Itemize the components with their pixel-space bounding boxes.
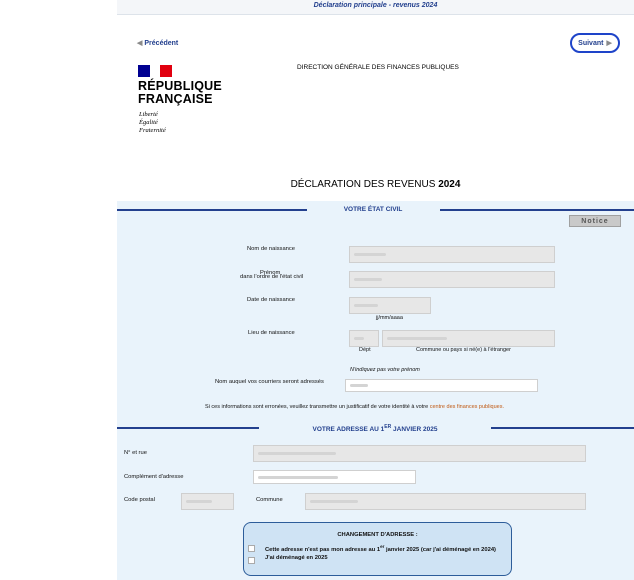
date-format-hint: jj/mm/aaaa <box>376 315 403 321</box>
marianne-logo-icon <box>138 65 172 77</box>
section-title-etat-civil: VOTRE ÉTAT CIVIL <box>343 206 403 213</box>
next-button[interactable]: Suivant ▶ <box>570 33 620 53</box>
next-button-label: Suivant <box>578 39 604 47</box>
complement-label: Complément d'adresse <box>124 474 184 480</box>
notice-button[interactable]: Notice <box>569 215 621 227</box>
chevron-left-icon: ◀ <box>137 40 143 47</box>
moved-2025-checkbox[interactable] <box>248 557 255 564</box>
previous-button[interactable]: ◀ Précédent <box>137 39 178 47</box>
departement-field <box>349 330 379 347</box>
section-divider <box>440 209 634 211</box>
commune-label: Commune <box>256 497 283 503</box>
section-divider <box>117 427 259 429</box>
previous-button-label: Précédent <box>144 40 179 47</box>
date-naissance-field <box>349 297 431 314</box>
page-header-title: Déclaration principale - revenus 2024 <box>313 2 438 9</box>
commune-naissance-field <box>382 330 555 347</box>
nom-naissance-label: Nom de naissance <box>247 246 296 252</box>
courrier-name-input[interactable] <box>345 379 538 392</box>
complement-input[interactable] <box>253 470 416 484</box>
section-divider <box>117 209 307 211</box>
code-postal-field <box>181 493 234 510</box>
dept-hint: Dépt <box>359 347 371 353</box>
rue-field <box>253 445 586 462</box>
date-naissance-label: Date de naissance <box>247 297 296 303</box>
moved-2024-checkbox[interactable] <box>248 545 255 552</box>
commune-field <box>305 493 586 510</box>
agency-name: DIRECTION GÉNÉRALE DES FINANCES PUBLIQUE… <box>297 64 459 71</box>
moved-2025-label: J'ai déménagé en 2025 <box>265 555 328 561</box>
lieu-naissance-label: Lieu de naissance <box>248 330 295 336</box>
republique-francaise-logo: RÉPUBLIQUE FRANÇAISE <box>138 79 222 106</box>
code-postal-label: Code postal <box>124 497 155 503</box>
section-title-adresse: VOTRE ADRESSE AU 1ER JANVIER 2025 <box>312 424 438 434</box>
moved-2024-label: Cette adresse n'est pas mon adresse au 1… <box>265 544 496 553</box>
nom-naissance-field <box>349 246 555 263</box>
identity-error-notice: Si ces informations sont erronées, veuil… <box>205 404 505 410</box>
chevron-right-icon: ▶ <box>606 40 612 47</box>
courrier-hint: N'indiquez pas votre prénom <box>350 367 420 373</box>
prenom-sub-label: dans l'ordre de l'état civil <box>240 274 304 280</box>
commune-hint: Commune ou pays si né(e) à l'étranger <box>416 347 511 353</box>
section-divider <box>491 427 634 429</box>
prenom-field <box>349 271 555 288</box>
centre-finances-link[interactable]: centre des finances publiques. <box>430 404 504 410</box>
change-of-address-title: CHANGEMENT D'ADRESSE : <box>337 532 418 538</box>
rue-label: N° et rue <box>124 450 147 456</box>
courrier-label: Nom auquel vos courriers seront adressés <box>215 379 324 385</box>
page-title: DÉCLARATION DES REVENUS 2024 <box>290 179 461 190</box>
republic-motto: Liberté Égalité Fraternité <box>139 111 166 134</box>
